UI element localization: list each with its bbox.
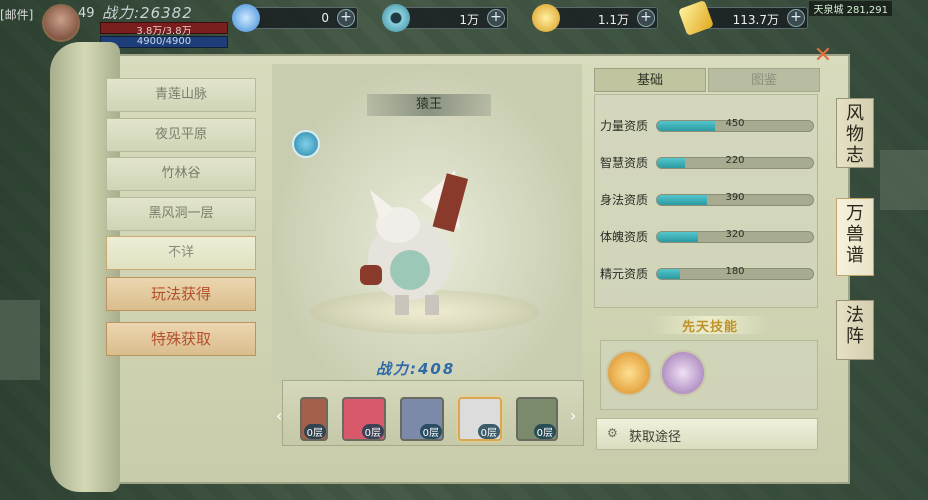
side-tab-bestiary[interactable]: 万兽谱 (836, 198, 874, 276)
ape-king-model[interactable] (340, 170, 490, 320)
tab-basic[interactable]: 基础 (594, 68, 706, 92)
currency-value: 113.7万 (732, 13, 779, 27)
player-avatar[interactable] (42, 4, 80, 42)
jade-disc-icon (382, 4, 410, 32)
creature-power: 战力:408 (376, 360, 456, 378)
hp-text: 3.8万/3.8万 (136, 26, 192, 37)
side-tab-customs[interactable]: 风物志 (836, 98, 874, 168)
add-currency-button[interactable]: + (487, 9, 505, 27)
add-currency-button[interactable]: + (787, 9, 805, 27)
innate-skills-title: 先天技能 (650, 316, 770, 335)
stat-value: 180 (725, 266, 745, 277)
special-acquire-button[interactable]: 特殊获取 (106, 322, 256, 356)
slot-layer: 0层 (361, 424, 384, 439)
close-icon[interactable]: ✕ (812, 45, 834, 68)
mail-label[interactable]: [邮件] (0, 6, 33, 23)
stat-label: 智慧资质 (600, 156, 649, 170)
location-item[interactable]: 黑风洞一层 (106, 197, 256, 231)
gameplay-acquire-button[interactable]: 玩法获得 (106, 277, 256, 311)
stat-label: 力量资质 (600, 119, 649, 133)
carousel-right-arrow[interactable]: › (570, 406, 576, 425)
currency-value: 0 (321, 11, 329, 25)
slot-layer: 0层 (533, 424, 556, 439)
map-coordinates: 天泉城 281,291 (809, 1, 892, 16)
creature-slot[interactable]: 0层 (300, 397, 328, 441)
gold-ingot-icon (678, 0, 714, 36)
creature-slot[interactable]: 0层 (516, 397, 558, 441)
hp-bar: 3.8万/3.8万 (100, 22, 228, 37)
crescent-silver-icon (232, 4, 260, 32)
currency-value: 1万 (459, 13, 479, 27)
side-tab-label: 风物志 (846, 103, 864, 166)
creature-slot-active[interactable]: 0层 (458, 397, 502, 441)
creature-name: 猿王 (367, 94, 491, 116)
location-item-selected[interactable]: 不详 (106, 236, 256, 270)
paw-icon[interactable] (292, 130, 320, 158)
location-item[interactable]: 青莲山脉 (106, 78, 256, 112)
add-currency-button[interactable]: + (337, 9, 355, 27)
top-bar: [邮件] 49 战力:26382 3.8万/3.8万 4900/4900 0 +… (0, 0, 928, 48)
carousel-left-arrow[interactable]: ‹ (276, 406, 282, 425)
add-currency-button[interactable]: + (637, 9, 655, 27)
stat-label: 体魄资质 (600, 230, 649, 244)
acquire-path-button[interactable]: ⚙ 获取途径 › (596, 418, 818, 450)
stat-value: 320 (725, 229, 745, 240)
stat-value: 450 (725, 118, 745, 129)
stat-label: 身法资质 (600, 193, 649, 207)
gold-coin-icon (532, 4, 560, 32)
currency-value: 1.1万 (597, 13, 629, 27)
stat-value: 390 (725, 192, 745, 203)
player-level: 49 (78, 6, 95, 21)
player-power: 战力:26382 (102, 4, 193, 22)
tab-atlas[interactable]: 图鉴 (708, 68, 820, 92)
creature-slot[interactable]: 0层 (400, 397, 444, 441)
slot-layer: 0层 (419, 424, 442, 439)
golden-staff-skill-icon[interactable] (606, 350, 652, 396)
gear-icon: ⚙ (607, 426, 618, 440)
slot-layer: 0层 (303, 424, 326, 439)
stat-label: 精元资质 (600, 267, 649, 281)
side-tab-label: 万兽谱 (846, 203, 864, 266)
location-item[interactable]: 夜见平原 (106, 118, 256, 152)
stat-value: 220 (725, 155, 745, 166)
location-item[interactable]: 竹林谷 (106, 157, 256, 191)
creature-slot[interactable]: 0层 (342, 397, 386, 441)
chevron-right-icon: › (629, 424, 635, 440)
purple-claw-skill-icon[interactable] (660, 350, 706, 396)
side-tab-label: 法阵 (846, 305, 864, 347)
side-tab-array[interactable]: 法阵 (836, 300, 874, 360)
slot-layer: 0层 (477, 424, 500, 439)
